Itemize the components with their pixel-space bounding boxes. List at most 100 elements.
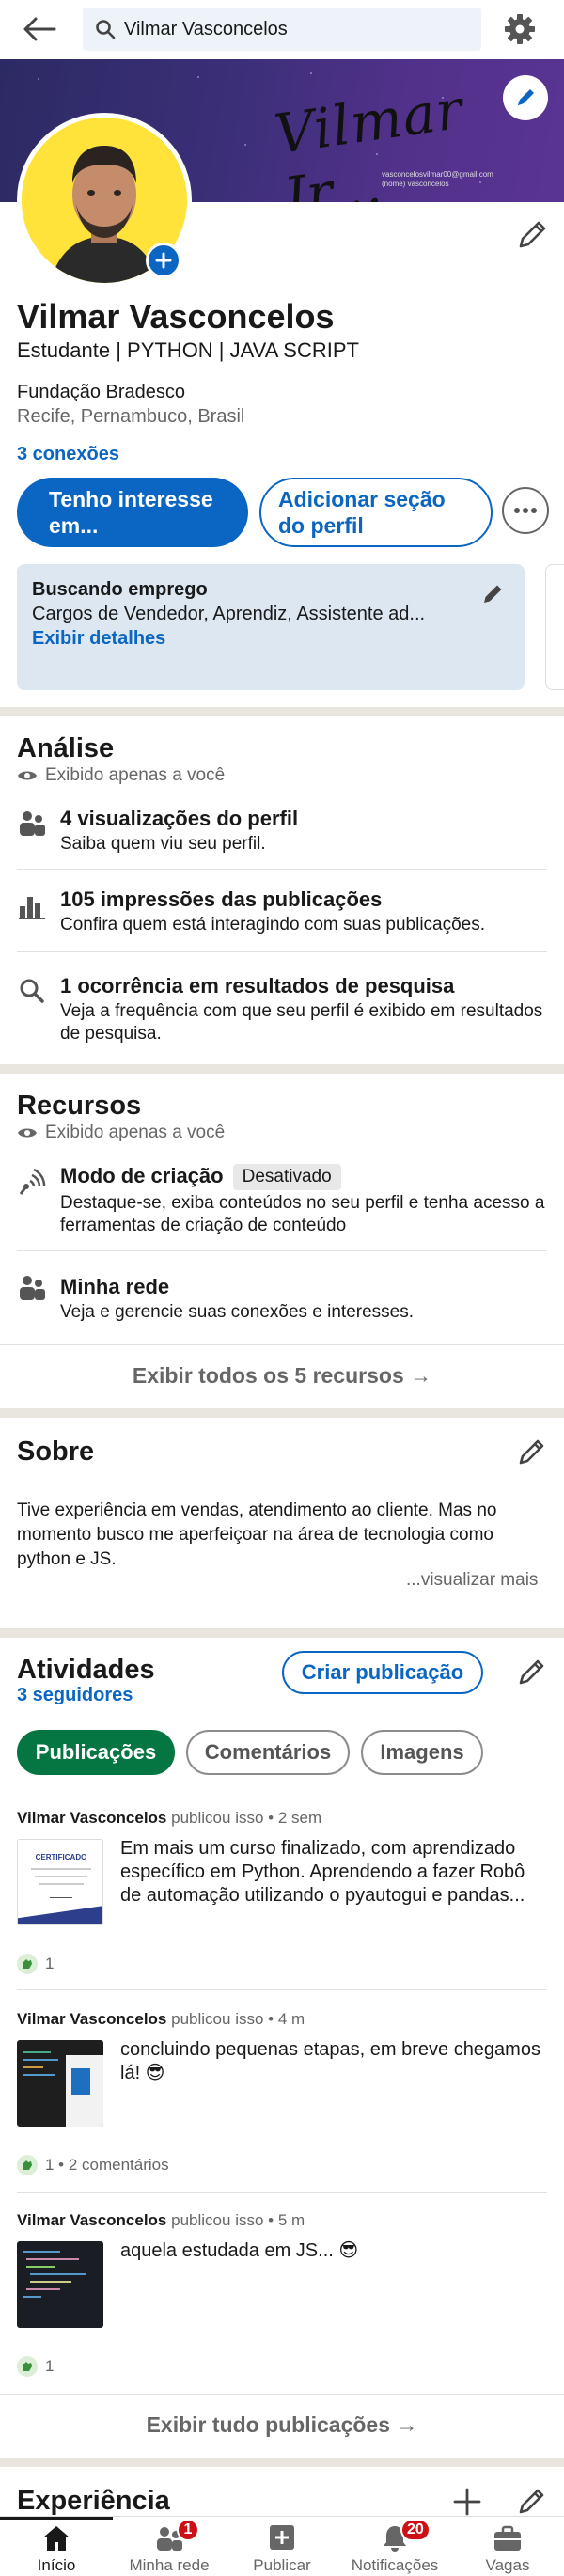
creator-mode-title: Modo de criação — [60, 1164, 224, 1187]
post-author-line[interactable]: Vilmar Vasconcelos publicou isso • 2 sem — [17, 1809, 321, 1828]
show-all-posts-button[interactable]: Exibir tudo publicações → — [0, 2412, 564, 2438]
creator-mode-subtitle: Destaque-se, exiba conteúdos no seu perf… — [60, 1193, 545, 1235]
post-impressions-link[interactable]: 105 impressões das publicações — [60, 887, 382, 912]
show-details-link[interactable]: Exibir detalhes — [32, 628, 165, 650]
more-options-button[interactable] — [502, 487, 549, 534]
search-icon — [20, 979, 44, 1003]
my-network-link[interactable]: Minha rede — [60, 1275, 169, 1299]
post-action: publicou isso — [171, 2010, 264, 2028]
search-input[interactable] — [124, 18, 462, 40]
section-divider — [0, 2458, 564, 2467]
tab-images[interactable]: Imagens — [361, 1730, 483, 1775]
my-network-subtitle: Veja e gerencie suas conexões e interess… — [60, 1302, 415, 1322]
see-more-link[interactable]: ...visualizar mais — [406, 1570, 538, 1591]
tab-posts[interactable]: Publicações — [17, 1730, 175, 1775]
post-reactions[interactable]: 1 — [17, 1954, 54, 1974]
nav-post[interactable]: Publicar — [226, 2517, 338, 2576]
reaction-count: 1 — [45, 2357, 55, 2375]
edit-about-pencil-icon[interactable] — [513, 1435, 549, 1470]
pencil-icon[interactable] — [479, 581, 506, 607]
connections-link[interactable]: 3 conexões — [17, 444, 119, 465]
nav-label: Publicar — [253, 2556, 311, 2574]
post-reactions[interactable]: 1 • 2 comentários — [17, 2155, 169, 2175]
open-to-work-card[interactable]: Buscando emprego Cargos de Vendedor, Apr… — [17, 564, 525, 690]
private-note-text: Exibido apenas a você — [45, 1123, 226, 1142]
add-profile-section-button[interactable]: Adicionar seção do perfil — [259, 478, 493, 547]
add-experience-plus-icon[interactable] — [449, 2484, 485, 2520]
nav-label: Vagas — [485, 2556, 530, 2574]
nav-my-network[interactable]: 1 Minha rede — [113, 2517, 226, 2576]
post-author-line[interactable]: Vilmar Vasconcelos publicou isso • 4 m — [17, 2010, 305, 2029]
search-appearances-link[interactable]: 1 ocorrência em resultados de pesquisa — [60, 974, 454, 998]
edit-profile-pencil-icon[interactable] — [513, 216, 551, 254]
divider — [17, 1989, 547, 1990]
post-text[interactable]: concluindo pequenas etapas, em breve che… — [120, 2038, 549, 2085]
nav-jobs[interactable]: Vagas — [451, 2517, 564, 2576]
nav-home[interactable]: Início — [0, 2517, 113, 2576]
back-arrow-icon[interactable] — [21, 13, 58, 45]
pencil-icon — [518, 89, 534, 105]
bottom-navigation: Início 1 Minha rede Publicar 20 Notifica… — [0, 2516, 564, 2576]
post-reactions[interactable]: 1 — [17, 2356, 54, 2377]
private-note: Exibido apenas a você — [17, 765, 225, 786]
private-note: Exibido apenas a você — [17, 1123, 225, 1143]
clap-reaction-icon — [17, 2356, 38, 2377]
post-impressions-subtitle: Confira quem está interagindo com suas p… — [60, 915, 486, 935]
nav-label: Minha rede — [129, 2556, 210, 2574]
show-all-resources-button[interactable]: Exibir todos os 5 recursos → — [0, 1363, 564, 1389]
post-thumbnail[interactable]: CERTIFICADO — [17, 1839, 103, 1925]
tab-comments[interactable]: Comentários — [186, 1730, 350, 1775]
post-thumbnail[interactable] — [17, 2241, 103, 2328]
post-thumbnail[interactable] — [17, 2040, 103, 2127]
more-dots-icon — [514, 508, 537, 513]
post-author: Vilmar Vasconcelos — [17, 2010, 167, 2028]
profile-education[interactable]: Fundação Bradesco — [17, 382, 185, 403]
post-action: publicou isso — [171, 2211, 264, 2229]
resources-title: Recursos — [17, 1091, 142, 1121]
section-divider — [0, 1628, 564, 1638]
people-icon — [20, 811, 45, 836]
followers-link[interactable]: 3 seguidores — [17, 1685, 133, 1706]
profile-views-subtitle: Saiba quem viu seu perfil. — [60, 834, 266, 854]
open-to-button[interactable]: Tenho interesse em... — [17, 478, 248, 547]
post-author-line[interactable]: Vilmar Vasconcelos publicou isso • 5 m — [17, 2211, 305, 2230]
edit-cover-button[interactable] — [503, 75, 548, 120]
clap-reaction-icon — [17, 1954, 38, 1974]
section-divider — [0, 707, 564, 716]
post-text[interactable]: Em mais um curso finalizado, com aprendi… — [120, 1837, 549, 1908]
nav-notifications[interactable]: 20 Notificações — [338, 2517, 451, 2576]
status-badge: Desativado — [232, 1164, 341, 1191]
profile-views-link[interactable]: 4 visualizações do perfil — [60, 807, 298, 831]
private-note-text: Exibido apenas a você — [45, 765, 226, 785]
section-divider — [0, 1408, 564, 1418]
edit-activity-pencil-icon[interactable] — [513, 1655, 549, 1690]
post-action: publicou isso — [171, 1809, 264, 1827]
divider — [0, 1344, 564, 1345]
divider — [17, 869, 547, 870]
add-photo-button[interactable] — [146, 243, 181, 278]
bar-chart-icon — [19, 897, 45, 919]
gear-icon[interactable] — [502, 11, 538, 47]
open-to-work-title: Buscando emprego — [32, 579, 208, 600]
eye-icon — [18, 1128, 37, 1138]
divider — [17, 951, 547, 952]
certificate-label: CERTIFICADO — [35, 1853, 87, 1861]
edit-experience-pencil-icon[interactable] — [513, 2484, 549, 2520]
post-author: Vilmar Vasconcelos — [17, 2211, 167, 2229]
divider — [17, 2192, 547, 2193]
post-text[interactable]: aquela estudada em JS... 😎 — [120, 2239, 549, 2263]
notification-badge: 20 — [400, 2519, 431, 2541]
nav-label: Notificações — [351, 2556, 439, 2574]
creator-mode-link[interactable]: Modo de criação Desativado — [60, 1164, 341, 1191]
about-title: Sobre — [17, 1437, 95, 1467]
profile-name: Vilmar Vasconcelos — [17, 297, 335, 336]
open-to-work-roles: Cargos de Vendedor, Aprendiz, Assistente… — [32, 604, 426, 624]
profile-headline: Estudante | PYTHON | JAVA SCRIPT — [17, 338, 359, 362]
create-post-button[interactable]: Criar publicação — [282, 1651, 483, 1694]
next-card-peek[interactable] — [545, 564, 564, 690]
active-indicator — [0, 2517, 113, 2520]
plus-icon — [155, 252, 172, 269]
reaction-count: 1 • 2 comentários — [45, 2156, 169, 2174]
search-bar[interactable] — [83, 8, 481, 51]
plus-box-icon — [270, 2525, 294, 2550]
